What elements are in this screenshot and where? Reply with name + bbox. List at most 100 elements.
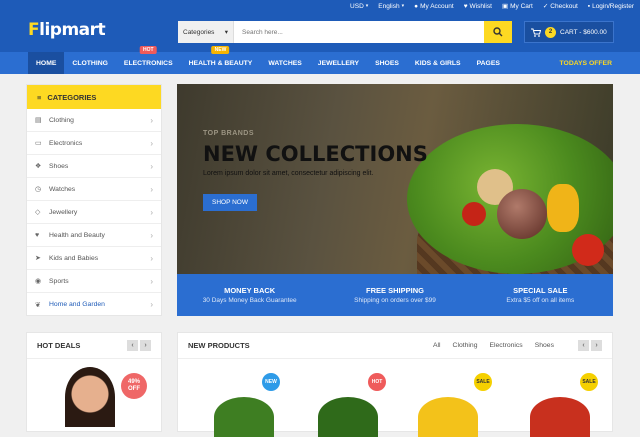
chevron-right-icon: › — [150, 207, 153, 217]
carousel-arrows: ‹ › — [578, 340, 602, 351]
category-label: Shoes — [49, 162, 69, 170]
chevron-right-icon: › — [150, 161, 153, 171]
my-cart-label: My Cart — [510, 2, 533, 10]
tomato-image — [572, 234, 604, 266]
nav-jewellery[interactable]: JEWELLERY — [310, 52, 367, 74]
sale-badge: SALE — [474, 373, 492, 391]
nav-label: HOME — [36, 59, 57, 67]
next-arrow-icon[interactable]: › — [591, 340, 602, 351]
my-account-link[interactable]: ● My Account — [414, 3, 454, 10]
nav-home[interactable]: HOME — [28, 52, 65, 74]
discount-value: 49% — [127, 379, 140, 386]
language-label: English — [378, 2, 400, 10]
wishlist-link[interactable]: ♥ Wishlist — [464, 3, 492, 10]
chevron-down-icon: ▾ — [365, 3, 369, 9]
currency-select[interactable]: USD ▾ — [350, 3, 368, 10]
checkout-link[interactable]: ✓ Checkout — [543, 2, 578, 11]
nav-shoes[interactable]: SHOES — [367, 52, 407, 74]
category-item-electronics[interactable]: ▭ Electronics › — [27, 132, 161, 155]
search-input[interactable] — [234, 21, 484, 43]
feature-title: FREE SHIPPING — [366, 286, 424, 295]
category-label: Health and Beauty — [49, 231, 105, 239]
paw-icon: ❖ — [35, 163, 42, 170]
category-item-watches[interactable]: ◷ Watches › — [27, 178, 161, 201]
nav-health-beauty[interactable]: NEW HEALTH & BEAUTY — [181, 46, 261, 74]
main-nav: HOME CLOTHING HOT ELECTRONICS NEW HEALTH &… — [0, 46, 640, 74]
chevron-right-icon: › — [150, 184, 153, 194]
category-item-shoes[interactable]: ❖ Shoes › — [27, 155, 161, 178]
user-icon: ● — [414, 2, 419, 10]
tab-electronics[interactable]: Electronics — [489, 342, 522, 349]
lock-icon: ▪ — [587, 2, 591, 10]
product-image[interactable] — [214, 397, 274, 437]
search-button[interactable] — [484, 21, 512, 43]
cart-button[interactable]: 2 CART - $600.00 — [524, 21, 614, 43]
product-image[interactable] — [530, 397, 590, 437]
hot-deals-panel: HOT DEALS ‹ › 49% OFF — [26, 332, 162, 432]
hero-description: Lorem ipsum dolor sit amet, consectetur … — [203, 170, 374, 177]
nav-clothing[interactable]: CLOTHING — [64, 52, 116, 74]
category-label: Clothing — [49, 116, 74, 124]
chevron-right-icon: › — [150, 138, 153, 148]
tab-clothing[interactable]: Clothing — [453, 342, 478, 349]
logo-mark: F — [28, 20, 40, 40]
chevron-right-icon: › — [150, 300, 153, 309]
new-tag: NEW — [211, 46, 230, 54]
categories-panel: ≡ CATEGORIES ▤ Clothing › ▭ Electronics › ❖ Sh… — [26, 84, 162, 316]
nav-electronics[interactable]: HOT ELECTRONICS — [116, 46, 181, 74]
category-item-home-garden[interactable]: ❦ Home and Garden › — [27, 293, 161, 316]
search-category-select[interactable]: Categories ▾ — [178, 21, 234, 43]
login-link[interactable]: ▪ Login/Register — [588, 3, 634, 10]
my-cart-link[interactable]: ▣ My Cart — [502, 2, 533, 11]
prev-arrow-icon[interactable]: ‹ — [127, 340, 138, 351]
language-select[interactable]: English ▾ — [378, 3, 404, 10]
nav-label: CLOTHING — [72, 59, 108, 67]
feature-money-back: MONEY BACK 30 Days Money Back Guarantee — [177, 274, 322, 316]
carousel-arrows: ‹ › — [127, 340, 151, 351]
category-item-health-beauty[interactable]: ♥ Health and Beauty › — [27, 224, 161, 247]
categories-header: ≡ CATEGORIES — [27, 85, 161, 109]
header: Flipmart Categories ▾ 2 CART - $600.00 — [0, 12, 640, 52]
product-tabs: All Clothing Electronics Shoes — [433, 342, 554, 349]
cart-count-badge: 2 — [545, 26, 556, 38]
todays-offer-link[interactable]: TODAYS OFFER — [560, 60, 613, 67]
feature-subtitle: Shipping on orders over $99 — [354, 297, 436, 304]
logo[interactable]: Flipmart — [28, 20, 106, 40]
hot-deals-header: HOT DEALS ‹ › — [27, 333, 161, 359]
next-arrow-icon[interactable]: › — [140, 340, 151, 351]
tab-all[interactable]: All — [433, 342, 441, 349]
heart-icon: ♥ — [463, 2, 468, 10]
cart-label: CART - $600.00 — [560, 28, 607, 36]
feature-title: MONEY BACK — [224, 286, 276, 295]
categories-title: CATEGORIES — [47, 92, 97, 102]
discount-off-label: OFF — [128, 386, 140, 392]
product-image[interactable] — [65, 367, 115, 427]
category-item-kids-babies[interactable]: ➤ Kids and Babies › — [27, 247, 161, 270]
hot-deals-title: HOT DEALS — [37, 341, 81, 350]
pepper-image — [547, 184, 579, 232]
nav-watches[interactable]: WATCHES — [260, 52, 309, 74]
category-item-sports[interactable]: ◉ Sports › — [27, 270, 161, 293]
features-bar: MONEY BACK 30 Days Money Back Guarantee F… — [177, 274, 613, 316]
product-image[interactable] — [418, 397, 478, 437]
category-label: Home and Garden — [49, 301, 105, 308]
nav-kids-girls[interactable]: KIDS & GIRLS — [407, 52, 469, 74]
new-products-title: NEW PRODUCTS — [188, 341, 250, 350]
new-badge: NEW — [262, 373, 280, 391]
nav-pages[interactable]: PAGES — [469, 52, 508, 74]
checkout-label: Checkout — [550, 2, 578, 10]
hero-title: NEW COLLECTIONS — [203, 142, 428, 166]
product-image[interactable] — [318, 397, 378, 437]
prev-arrow-icon[interactable]: ‹ — [578, 340, 589, 351]
category-item-jewellery[interactable]: ◇ Jewellery › — [27, 201, 161, 224]
chevron-right-icon: › — [150, 276, 153, 286]
feature-title: SPECIAL SALE — [513, 286, 568, 295]
nav-label: JEWELLERY — [317, 59, 360, 67]
hot-badge: HOT — [368, 373, 386, 391]
category-item-clothing[interactable]: ▤ Clothing › — [27, 109, 161, 132]
clock-icon: ◷ — [35, 186, 42, 193]
tab-shoes[interactable]: Shoes — [535, 342, 554, 349]
feature-special-sale: SPECIAL SALE Extra $5 off on all items — [468, 274, 613, 316]
shop-now-button[interactable]: SHOP NOW — [203, 194, 257, 211]
beet-image — [497, 189, 547, 239]
